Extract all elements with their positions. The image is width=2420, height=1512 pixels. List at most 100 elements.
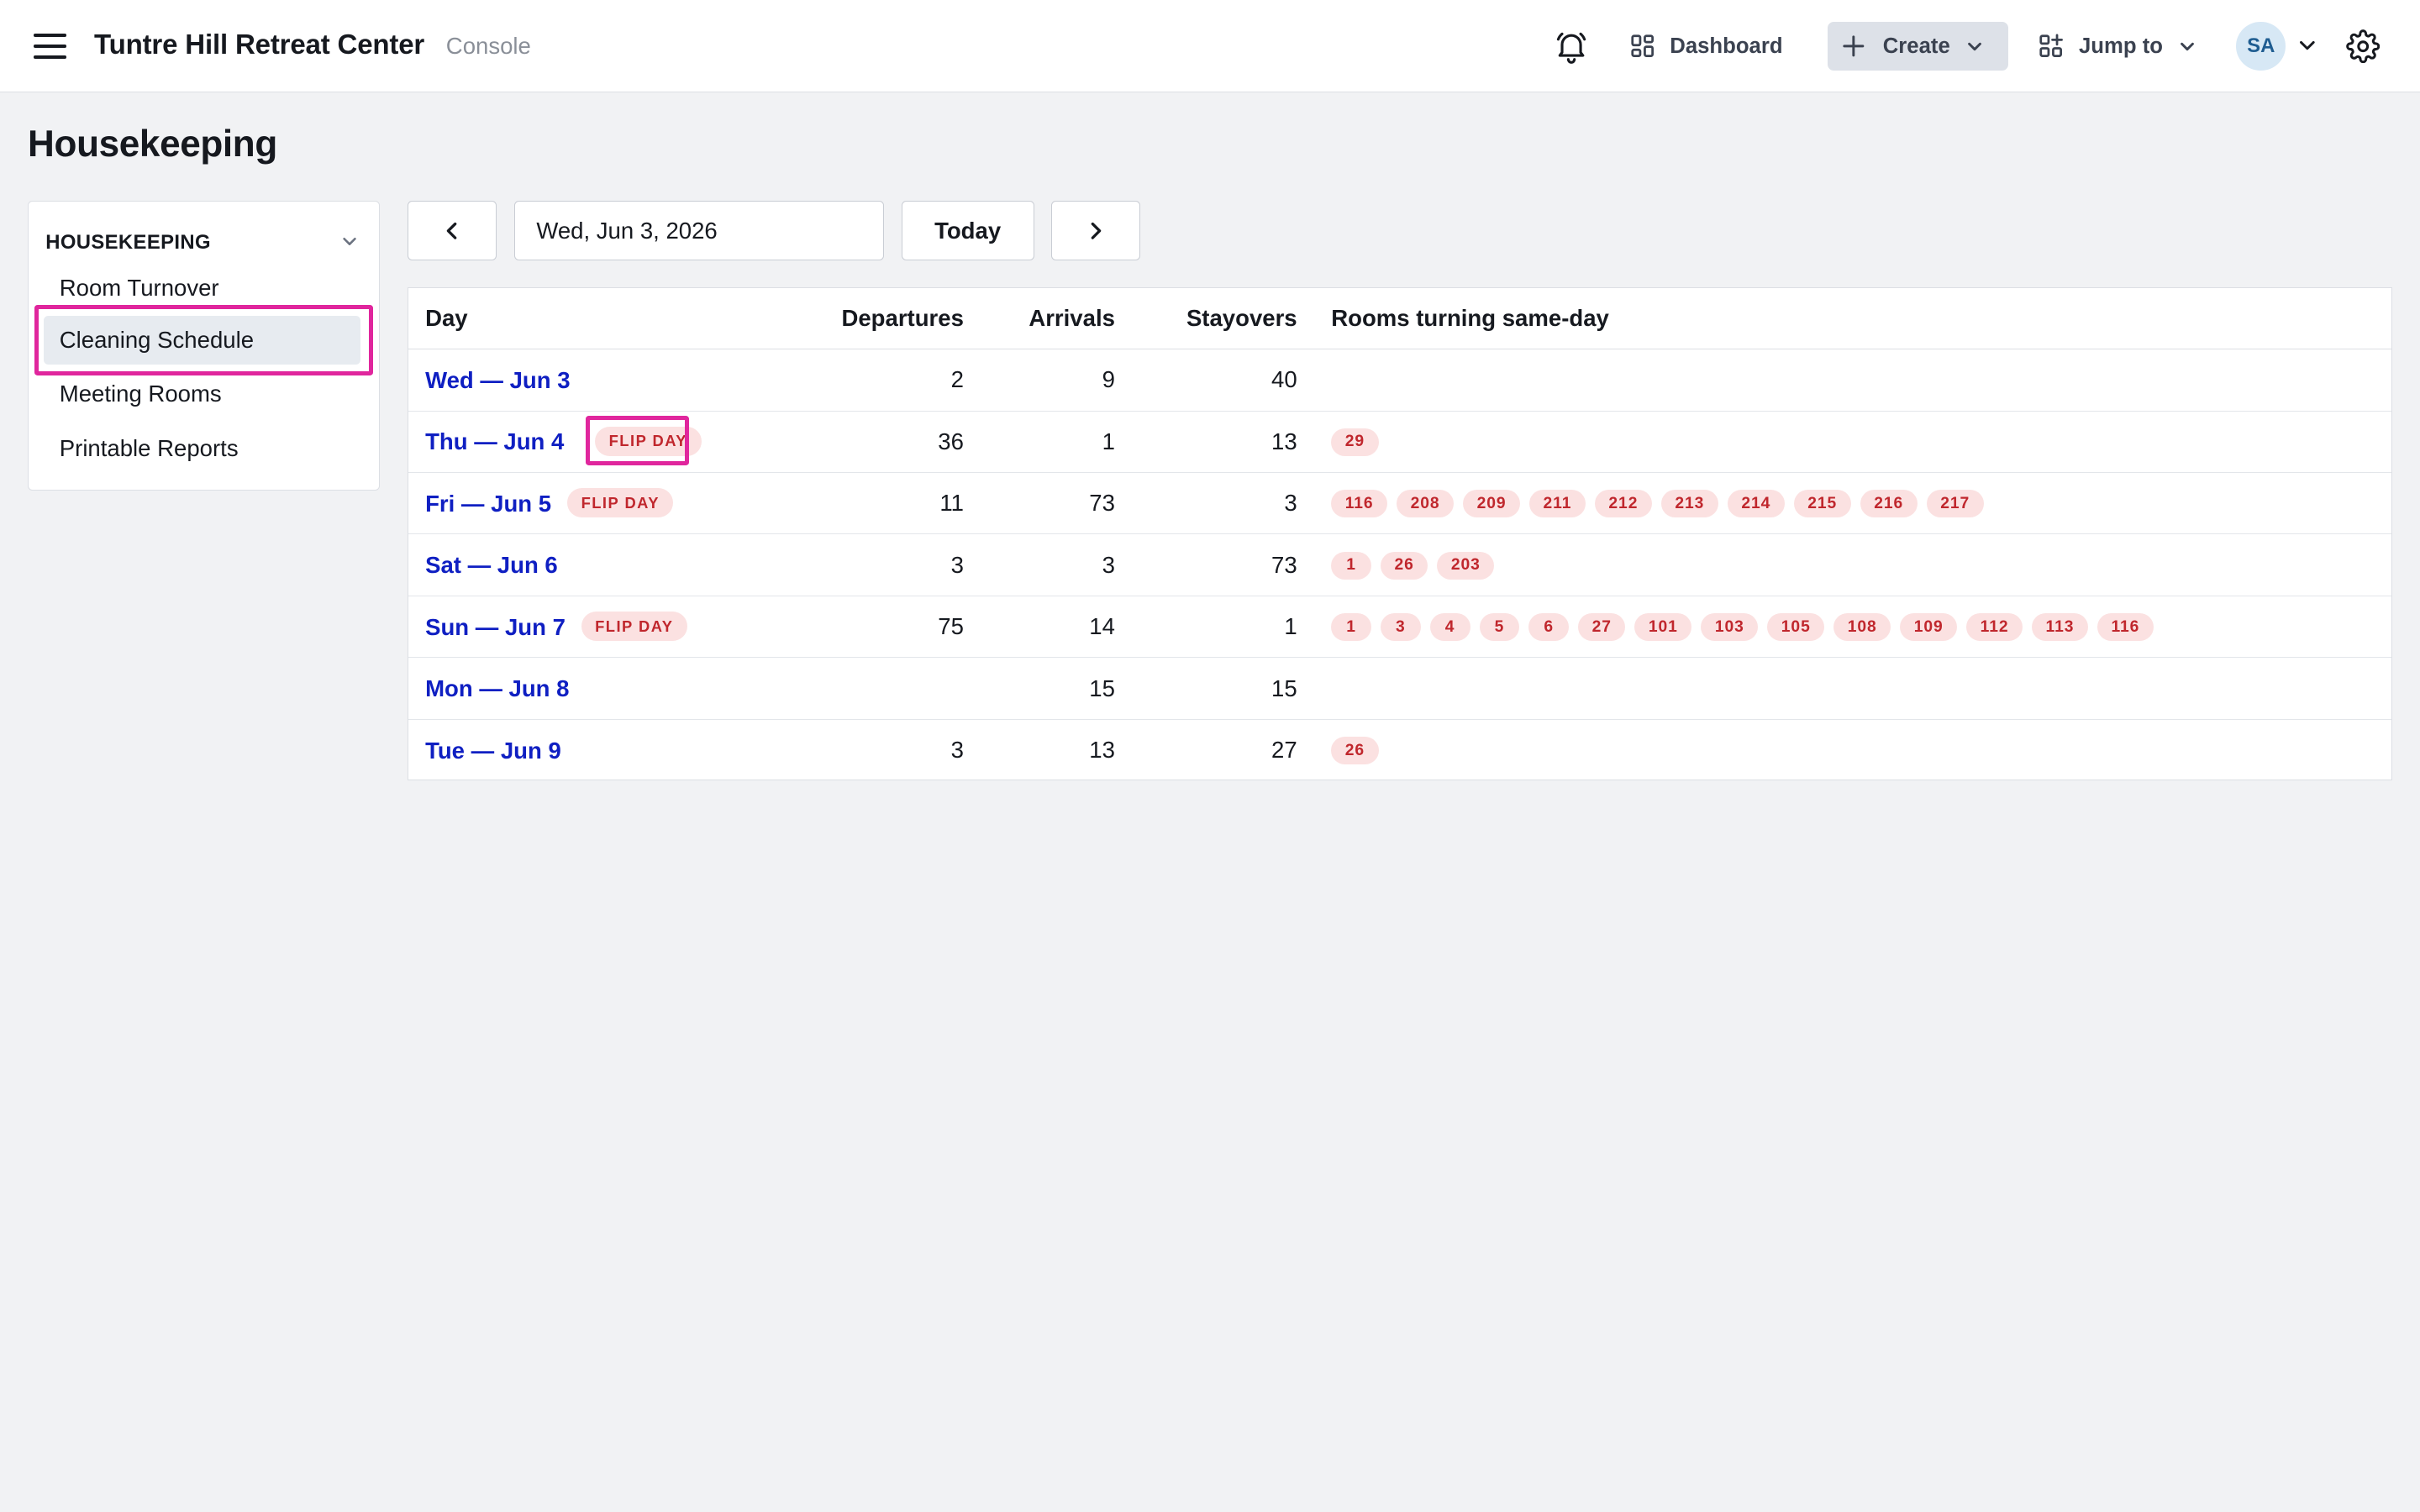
app-root: Tuntre Hill Retreat Center Console Dashb… <box>0 0 2420 1512</box>
departures-value: 2 <box>950 366 964 393</box>
room-chip: 116 <box>2096 613 2154 642</box>
arrivals-value: 73 <box>1089 490 1115 517</box>
arrivals-value: 14 <box>1089 613 1115 640</box>
table-row: Thu — Jun 4 FLIP DAY 36 1 13 29 <box>408 412 2391 473</box>
dashboard-icon <box>1630 34 1654 58</box>
table-row: Sat — Jun 6 3 3 73 1 26 203 <box>408 534 2391 596</box>
day-link[interactable]: Thu — Jun 4 <box>425 412 564 473</box>
jump-to-button[interactable]: Jump to <box>2039 22 2208 71</box>
flip-day-badge: FLIP DAY <box>581 612 687 642</box>
plus-icon <box>1843 35 1865 57</box>
room-chips: 26 <box>1331 737 1379 765</box>
room-chip: 112 <box>1966 613 2023 642</box>
chevron-down-icon <box>1968 42 1982 51</box>
account-chevron-down-icon[interactable] <box>2296 37 2318 55</box>
column-header-stayovers: Stayovers <box>1186 304 1297 331</box>
date-field[interactable]: Wed, Jun 3, 2026 <box>513 200 885 261</box>
room-chip: 113 <box>2032 613 2088 642</box>
sidebar-item-room-turnover[interactable]: Room Turnover <box>44 263 360 312</box>
room-chip: 6 <box>1528 613 1570 642</box>
room-chip: 212 <box>1594 490 1652 518</box>
menu-icon[interactable] <box>34 31 67 62</box>
app-title: Tuntre Hill Retreat Center <box>94 29 425 60</box>
day-link[interactable]: Fri — Jun 5 <box>425 473 551 534</box>
column-header-day: Day <box>425 304 468 331</box>
table-row: Mon — Jun 8 15 15 <box>408 658 2391 720</box>
arrivals-value: 13 <box>1089 737 1115 764</box>
jump-to-label: Jump to <box>2079 34 2163 58</box>
room-chips: 1 3 4 5 6 27 101 103 105 108 109 112 113… <box>1331 613 2154 642</box>
room-chip: 103 <box>1701 613 1759 642</box>
stayovers-value: 1 <box>1284 613 1297 640</box>
cleaning-schedule-table: Day Departures Arrivals Stayovers Rooms … <box>407 286 2392 781</box>
chevron-down-icon <box>2181 42 2195 51</box>
create-button[interactable]: Create <box>1827 21 2008 71</box>
stayovers-value: 27 <box>1271 737 1297 764</box>
room-chip: 208 <box>1397 490 1455 518</box>
dashboard-label: Dashboard <box>1670 34 1783 58</box>
stayovers-value: 15 <box>1271 675 1297 701</box>
column-header-rooms: Rooms turning same-day <box>1331 304 1609 331</box>
flip-day-badge: FLIP DAY <box>567 488 674 518</box>
room-chip: 214 <box>1727 490 1785 518</box>
room-chip: 116 <box>1331 490 1388 518</box>
day-link[interactable]: Tue — Jun 9 <box>425 720 561 781</box>
sidebar-section-title: HOUSEKEEPING <box>45 230 211 254</box>
chevron-left-icon <box>446 222 457 239</box>
notifications-bell-icon[interactable] <box>1553 28 1590 65</box>
arrivals-value: 3 <box>1102 551 1115 578</box>
create-label: Create <box>1882 34 1950 58</box>
room-chip: 1 <box>1331 613 1371 642</box>
user-avatar[interactable]: SA <box>2236 21 2286 71</box>
table-header: Day Departures Arrivals Stayovers Rooms … <box>408 288 2391 350</box>
today-button[interactable]: Today <box>901 200 1034 261</box>
room-chip: 217 <box>1926 490 1984 518</box>
departures-value: 3 <box>950 551 964 578</box>
sidebar-nav: HOUSEKEEPING Room Turnover Cleaning Sche… <box>28 200 380 491</box>
flip-day-badge: FLIP DAY <box>595 426 702 456</box>
collapse-chevron-icon[interactable] <box>340 232 359 250</box>
day-link[interactable]: Sat — Jun 6 <box>425 534 558 596</box>
day-link[interactable]: Sun — Jun 7 <box>425 596 566 658</box>
room-chip: 108 <box>1833 613 1891 642</box>
room-chip: 5 <box>1479 613 1520 642</box>
room-chip: 209 <box>1463 490 1520 518</box>
stayovers-value: 13 <box>1271 428 1297 454</box>
room-chip: 213 <box>1660 490 1718 518</box>
chevron-right-icon <box>1091 222 1102 239</box>
departures-value: 75 <box>938 613 964 640</box>
room-chip: 1 <box>1331 551 1371 580</box>
room-chip: 4 <box>1429 613 1470 642</box>
settings-gear-icon[interactable] <box>2346 29 2380 64</box>
room-chip: 215 <box>1793 490 1851 518</box>
column-header-departures: Departures <box>841 304 964 331</box>
room-chip: 3 <box>1380 613 1421 642</box>
apps-icon <box>2039 34 2064 58</box>
dashboard-button[interactable]: Dashboard <box>1630 22 1800 71</box>
room-chip: 26 <box>1380 551 1428 580</box>
next-day-button[interactable] <box>1050 200 1141 261</box>
room-chip: 105 <box>1767 613 1825 642</box>
room-chip: 203 <box>1437 551 1495 580</box>
sidebar-item-meeting-rooms[interactable]: Meeting Rooms <box>44 370 360 419</box>
column-header-arrivals: Arrivals <box>1028 304 1115 331</box>
table-row: Fri — Jun 5 FLIP DAY 11 73 3 116 208 209… <box>408 473 2391 535</box>
room-chip: 101 <box>1634 613 1692 642</box>
day-link[interactable]: Wed — Jun 3 <box>425 349 570 411</box>
top-bar: Tuntre Hill Retreat Center Console Dashb… <box>0 0 2420 93</box>
sidebar-item-cleaning-schedule[interactable]: Cleaning Schedule <box>44 315 360 365</box>
table-row: Sun — Jun 7 FLIP DAY 75 14 1 1 3 4 5 6 2… <box>408 596 2391 659</box>
table-row: Tue — Jun 9 3 13 27 26 <box>408 720 2391 781</box>
arrivals-value: 15 <box>1089 675 1115 701</box>
sidebar-item-printable-reports[interactable]: Printable Reports <box>44 423 360 473</box>
room-chip: 27 <box>1578 613 1626 642</box>
departures-value: 3 <box>950 737 964 764</box>
day-link[interactable]: Mon — Jun 8 <box>425 658 569 719</box>
room-chips: 29 <box>1331 428 1379 456</box>
stayovers-value: 3 <box>1284 490 1297 517</box>
table-row: Wed — Jun 3 2 9 40 <box>408 349 2391 412</box>
room-chip: 109 <box>1900 613 1958 642</box>
room-chip: 216 <box>1860 490 1918 518</box>
previous-day-button[interactable] <box>407 200 497 261</box>
stayovers-value: 40 <box>1271 366 1297 393</box>
